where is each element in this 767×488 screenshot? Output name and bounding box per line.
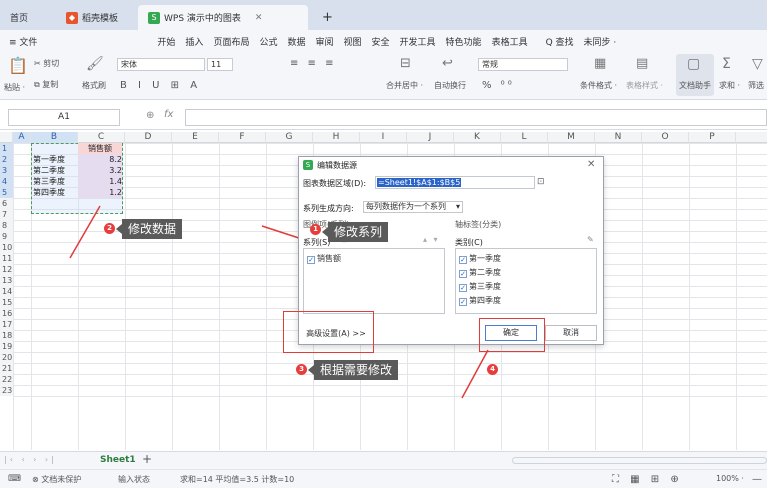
annotation-badge-4: 4 <box>487 364 498 375</box>
status-bar: ⌨ ⊗ 文档未保护 输入状态 求和=14 平均值=3.5 计数=10 ⛶ ▦ ⊞… <box>0 469 767 488</box>
annotation-badge-3: 3 <box>296 364 307 375</box>
sheet-bar: |‹ ‹ › ›| Sheet1 + <box>0 451 767 469</box>
horizontal-scrollbar[interactable] <box>512 457 767 464</box>
row-header-7[interactable]: 7 <box>0 209 13 220</box>
highlight-advanced <box>283 311 374 353</box>
category-list[interactable]: ✓ 第一季度 ✓ 第二季度 ✓ 第三季度 ✓ 第四季度 <box>455 248 597 314</box>
checkbox-icon: ✓ <box>459 270 467 278</box>
direction-select[interactable]: 每列数据作为一个系列 ▾ <box>363 201 463 213</box>
row-header-14[interactable]: 14 <box>0 286 13 297</box>
highlight-ok <box>479 318 545 352</box>
annotation-callout-2: 修改数据 <box>115 219 183 239</box>
series-item-label: 销售额 <box>317 254 341 263</box>
input-state: 输入状态 <box>118 475 150 484</box>
category-item[interactable]: ✓ 第四季度 <box>459 295 501 306</box>
view-mode-icons[interactable]: ⛶ ▦ ⊞ ⊕ <box>612 474 683 485</box>
category-item[interactable]: ✓ 第一季度 <box>459 253 501 264</box>
row-header-15[interactable]: 15 <box>0 297 13 308</box>
checkbox-icon: ✓ <box>307 256 315 264</box>
row-header-22[interactable]: 22 <box>0 374 13 385</box>
annotation-callout-1: 修改系列 <box>321 222 389 242</box>
range-picker-icon[interactable]: ⊡ <box>537 177 545 187</box>
series-list[interactable]: ✓ 销售额 <box>303 248 445 314</box>
row-header-11[interactable]: 11 <box>0 253 13 264</box>
range-label: 图表数据区域(D): <box>303 179 367 188</box>
cancel-button[interactable]: 取消 <box>545 325 597 341</box>
protect-status[interactable]: ⊗ 文档未保护 <box>32 474 81 485</box>
row-header-12[interactable]: 12 <box>0 264 13 275</box>
annotation-callout-3: 根据需要修改 <box>307 360 399 380</box>
chevron-down-icon: ▾ <box>455 202 460 211</box>
sheet-tab-sheet1[interactable]: Sheet1 <box>100 455 136 465</box>
row-header-5[interactable]: 5 <box>0 187 13 198</box>
row-header-18[interactable]: 18 <box>0 330 13 341</box>
series-item[interactable]: ✓ 销售额 <box>307 253 341 264</box>
arrow-data <box>69 205 101 259</box>
annotation-badge-2: 2 <box>104 223 115 234</box>
row-header-6[interactable]: 6 <box>0 198 13 209</box>
zoom-out-icon[interactable]: — <box>752 474 762 485</box>
macro-icon[interactable]: ⌨ <box>8 474 21 484</box>
checkbox-icon: ✓ <box>459 298 467 306</box>
series-label: 系列(S) <box>303 238 331 247</box>
protect-label: 文档未保护 <box>41 475 82 484</box>
spreadsheet-icon: S <box>303 160 313 170</box>
category-edit-icon[interactable]: ✎ <box>587 235 594 244</box>
zoom-level[interactable]: 100% · <box>716 474 744 483</box>
summary-text: 求和=14 平均值=3.5 计数=10 <box>180 475 295 484</box>
row-header-2[interactable]: 2 <box>0 154 13 165</box>
row-header-19[interactable]: 19 <box>0 341 13 352</box>
sheet-nav-icons[interactable]: |‹ ‹ › ›| <box>4 455 57 464</box>
checkbox-icon: ✓ <box>459 256 467 264</box>
row-header-13[interactable]: 13 <box>0 275 13 286</box>
row-header-8[interactable]: 8 <box>0 220 13 231</box>
close-icon[interactable]: ✕ <box>587 159 595 170</box>
series-move-icons[interactable]: ▴ ▾ <box>423 235 440 244</box>
category-item-label: 第一季度 <box>469 254 501 263</box>
category-label: 类别(C) <box>455 238 483 247</box>
category-item-label: 第四季度 <box>469 296 501 305</box>
category-item-label: 第三季度 <box>469 282 501 291</box>
arrow-ok <box>461 349 489 399</box>
row-header-17[interactable]: 17 <box>0 319 13 330</box>
annotation-badge-1: 1 <box>310 224 321 235</box>
dialog-title: 编辑数据源 <box>317 161 357 170</box>
axis-group-label: 轴标签(分类) <box>455 220 502 229</box>
row-header-16[interactable]: 16 <box>0 308 13 319</box>
row-header-21[interactable]: 21 <box>0 363 13 374</box>
direction-value: 每列数据作为一个系列 <box>366 202 446 211</box>
direction-label: 系列生成方向: <box>303 204 354 213</box>
row-header-10[interactable]: 10 <box>0 242 13 253</box>
category-item[interactable]: ✓ 第二季度 <box>459 267 501 278</box>
checkbox-icon: ✓ <box>459 284 467 292</box>
category-item-label: 第二季度 <box>469 268 501 277</box>
row-header-1[interactable]: 1 <box>0 143 13 154</box>
category-item[interactable]: ✓ 第三季度 <box>459 281 501 292</box>
row-header-23[interactable]: 23 <box>0 385 13 396</box>
row-header-3[interactable]: 3 <box>0 165 13 176</box>
row-header-4[interactable]: 4 <box>0 176 13 187</box>
row-header-9[interactable]: 9 <box>0 231 13 242</box>
row-header-20[interactable]: 20 <box>0 352 13 363</box>
add-sheet-icon[interactable]: + <box>142 452 152 466</box>
range-value: =Sheet1!$A$1:$B$5 <box>377 178 462 187</box>
